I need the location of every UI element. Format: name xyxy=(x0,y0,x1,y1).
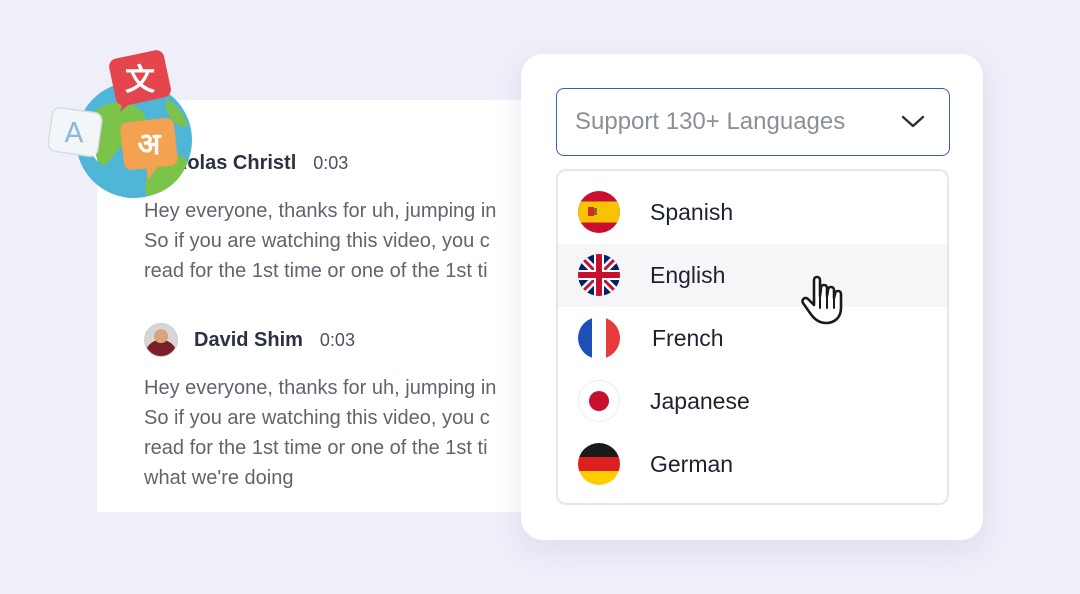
transcript-entry: David Shim 0:03 Hey everyone, thanks for… xyxy=(144,323,496,493)
select-placeholder: Support 130+ Languages xyxy=(575,108,846,135)
language-option-english[interactable]: English xyxy=(558,244,947,307)
germany-flag-icon xyxy=(578,443,620,485)
svg-text:文: 文 xyxy=(125,63,155,98)
transcript-line: So if you are watching this video, you c xyxy=(144,230,490,252)
language-label: Spanish xyxy=(650,199,734,225)
transcript-text: Hey everyone, thanks for uh, jumping in … xyxy=(144,373,496,493)
timestamp: 0:03 xyxy=(313,152,349,173)
language-label: Japanese xyxy=(650,388,750,414)
transcript-line: read for the 1st time or one of the 1st … xyxy=(144,437,488,459)
latin-badge-icon: A xyxy=(47,107,103,162)
spain-flag-icon xyxy=(578,191,620,233)
language-option-spanish[interactable]: Spanish xyxy=(558,181,947,244)
language-option-german[interactable]: German xyxy=(558,433,947,496)
translation-globe-icon: 文 A अ xyxy=(47,48,198,198)
language-label: German xyxy=(650,451,734,477)
japan-flag-icon xyxy=(578,380,620,422)
transcript-line: what we're doing xyxy=(144,467,294,489)
svg-text:अ: अ xyxy=(138,127,162,162)
france-flag-icon xyxy=(578,317,620,359)
language-option-french[interactable]: French xyxy=(558,307,947,370)
language-options-list: Spanish English French Japanese German xyxy=(556,169,949,505)
speaker-row: David Shim 0:03 xyxy=(144,323,496,357)
transcript-text: Hey everyone, thanks for uh, jumping in … xyxy=(144,196,496,286)
timestamp: 0:03 xyxy=(319,329,355,350)
transcript-line: Hey everyone, thanks for uh, jumping in xyxy=(144,200,497,222)
language-label: French xyxy=(652,325,724,351)
language-label: English xyxy=(650,262,726,288)
transcript-line: read for the 1st time or one of the 1st … xyxy=(144,260,488,282)
uk-flag-icon xyxy=(578,254,620,296)
language-option-japanese[interactable]: Japanese xyxy=(558,370,947,433)
chevron-down-icon[interactable] xyxy=(901,113,925,136)
svg-text:A: A xyxy=(64,116,83,149)
language-select[interactable]: Support 130+ Languages xyxy=(556,88,950,156)
avatar xyxy=(144,323,178,357)
speaker-name: David Shim xyxy=(194,328,303,351)
transcript-line: Hey everyone, thanks for uh, jumping in xyxy=(144,377,497,399)
transcript-line: So if you are watching this video, you c xyxy=(144,407,490,429)
language-dropdown-panel: Support 130+ Languages Spanish English F… xyxy=(521,54,983,540)
hand-cursor-icon xyxy=(800,274,848,331)
